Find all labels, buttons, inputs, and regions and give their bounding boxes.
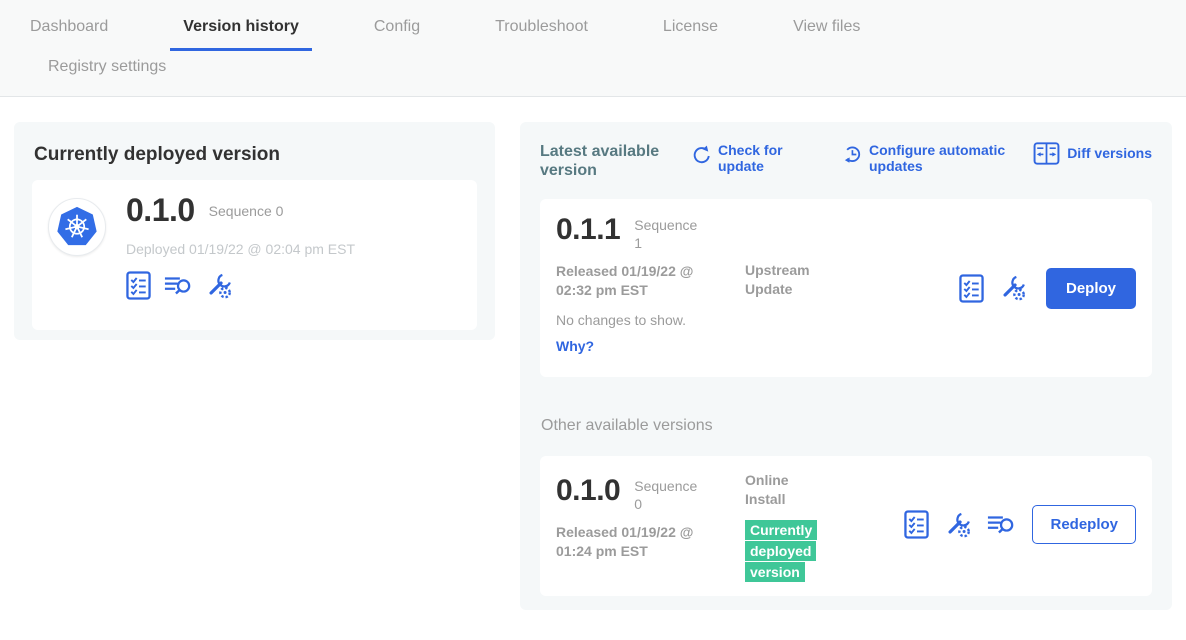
other-version-card: 0.1.0 Sequence 0 Released 01/19/22 @ 01:… <box>540 456 1152 596</box>
currently-deployed-card: 0.1.0 Sequence 0 Deployed 01/19/22 @ 02:… <box>32 180 477 330</box>
current-version-sequence: Sequence 0 <box>209 203 284 219</box>
deploy-logs-icon[interactable] <box>164 274 192 297</box>
tab-version-history[interactable]: Version history <box>170 16 312 51</box>
other-version-source: Online Install Currently deployed versio… <box>745 469 865 580</box>
latest-version-sequence: Sequence 1 <box>634 217 704 252</box>
edit-config-icon[interactable] <box>205 272 233 300</box>
other-version-sequence: Sequence 0 <box>634 478 704 513</box>
check-for-update-link[interactable]: Check for update <box>692 142 820 174</box>
latest-available-title: Latest available version <box>540 142 688 180</box>
kubernetes-logo-icon <box>48 198 106 256</box>
latest-released-timestamp: Released 01/19/22 @ 02:32 pm EST <box>556 262 726 298</box>
other-version-actions: Redeploy <box>904 469 1136 580</box>
configure-automatic-updates-link[interactable]: Configure automatic updates <box>842 142 1024 174</box>
redeploy-button[interactable]: Redeploy <box>1032 505 1136 544</box>
diff-columns-icon <box>1033 142 1060 165</box>
preflight-checks-icon[interactable] <box>126 271 151 300</box>
latest-version-actions: Deploy <box>959 215 1136 361</box>
tab-license[interactable]: License <box>650 16 731 48</box>
other-available-versions-heading: Other available versions <box>541 417 1152 435</box>
online-install-label: Online Install <box>745 471 825 507</box>
no-changes-note: No changes to show. <box>556 312 745 328</box>
diff-versions-link[interactable]: Diff versions <box>1033 142 1152 165</box>
latest-version-info: 0.1.1 Sequence 1 Released 01/19/22 @ 02:… <box>556 215 745 361</box>
diff-versions-label: Diff versions <box>1067 145 1152 161</box>
deploy-logs-icon[interactable] <box>987 513 1015 536</box>
currently-deployed-title: Currently deployed version <box>34 144 477 166</box>
latest-version-number: 0.1.1 <box>556 215 620 245</box>
configure-automatic-updates-label: Configure automatic updates <box>869 142 1024 174</box>
currently-deployed-panel: Currently deployed version <box>14 122 495 340</box>
version-history-page: Dashboard Version history Config Trouble… <box>0 0 1186 640</box>
upstream-update-label: Upstream Update <box>745 261 825 297</box>
other-released-timestamp: Released 01/19/22 @ 01:24 pm EST <box>556 523 726 559</box>
tab-config[interactable]: Config <box>361 16 433 48</box>
tab-view-files[interactable]: View files <box>780 16 873 48</box>
current-deployed-timestamp: Deployed 01/19/22 @ 02:04 pm EST <box>126 241 355 257</box>
main-content: Currently deployed version <box>0 97 1186 610</box>
latest-version-source: Upstream Update <box>745 215 865 361</box>
tab-dashboard[interactable]: Dashboard <box>17 16 121 48</box>
tab-registry-settings[interactable]: Registry settings <box>35 56 179 88</box>
available-versions-header: Latest available version Check for updat… <box>540 142 1152 180</box>
current-version-body: 0.1.0 Sequence 0 Deployed 01/19/22 @ 02:… <box>126 194 355 300</box>
edit-config-icon[interactable] <box>999 274 1027 302</box>
refresh-arrow-icon <box>692 144 711 166</box>
check-for-update-label: Check for update <box>718 142 820 174</box>
secondary-nav: Registry settings <box>0 48 1186 88</box>
preflight-checks-icon[interactable] <box>904 510 929 539</box>
edit-config-icon[interactable] <box>944 511 972 539</box>
why-link[interactable]: Why? <box>556 338 594 354</box>
currently-deployed-badge: Currently deployed version <box>745 520 817 582</box>
latest-version-card: 0.1.1 Sequence 1 Released 01/19/22 @ 02:… <box>540 199 1152 377</box>
tab-troubleshoot[interactable]: Troubleshoot <box>482 16 601 48</box>
available-versions-panel: Latest available version Check for updat… <box>520 122 1172 610</box>
schedule-update-icon <box>842 144 862 167</box>
other-version-number: 0.1.0 <box>556 476 620 506</box>
other-version-info: 0.1.0 Sequence 0 Released 01/19/22 @ 01:… <box>556 469 745 580</box>
current-version-number: 0.1.0 <box>126 194 195 226</box>
deploy-button[interactable]: Deploy <box>1046 268 1136 309</box>
preflight-checks-icon[interactable] <box>959 274 984 303</box>
primary-nav: Dashboard Version history Config Trouble… <box>0 0 1186 48</box>
app-header: Dashboard Version history Config Trouble… <box>0 0 1186 97</box>
